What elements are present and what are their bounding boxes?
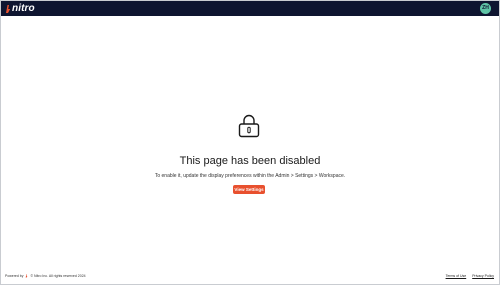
page-message: To enable it, update the display prefere… — [154, 173, 346, 179]
lock-icon — [238, 114, 260, 138]
user-avatar[interactable]: ZH — [480, 3, 491, 14]
brand-name: nitro — [12, 3, 35, 14]
view-settings-button[interactable]: View Settings — [233, 185, 265, 194]
privacy-policy-link[interactable]: Privacy Policy — [472, 272, 494, 280]
copyright-text: © Nitro Inc. All rights reserved 2024 — [30, 274, 86, 278]
footer-links: Terms of Use Privacy Policy — [440, 272, 494, 280]
footer-credits: Powered by © Nitro Inc. All rights reser… — [5, 272, 86, 280]
nitro-mini-logo-icon — [26, 274, 28, 278]
powered-by-label: Powered by — [5, 274, 24, 278]
footer: Powered by © Nitro Inc. All rights reser… — [1, 272, 499, 280]
terms-of-use-link[interactable]: Terms of Use — [446, 272, 467, 280]
top-nav-bar: nitro ZH — [1, 1, 499, 16]
page-title: This page has been disabled — [179, 155, 321, 167]
nitro-logo-icon — [6, 4, 11, 13]
main-content: This page has been disabled To enable it… — [1, 16, 499, 269]
nitro-logo[interactable]: nitro — [5, 2, 35, 15]
